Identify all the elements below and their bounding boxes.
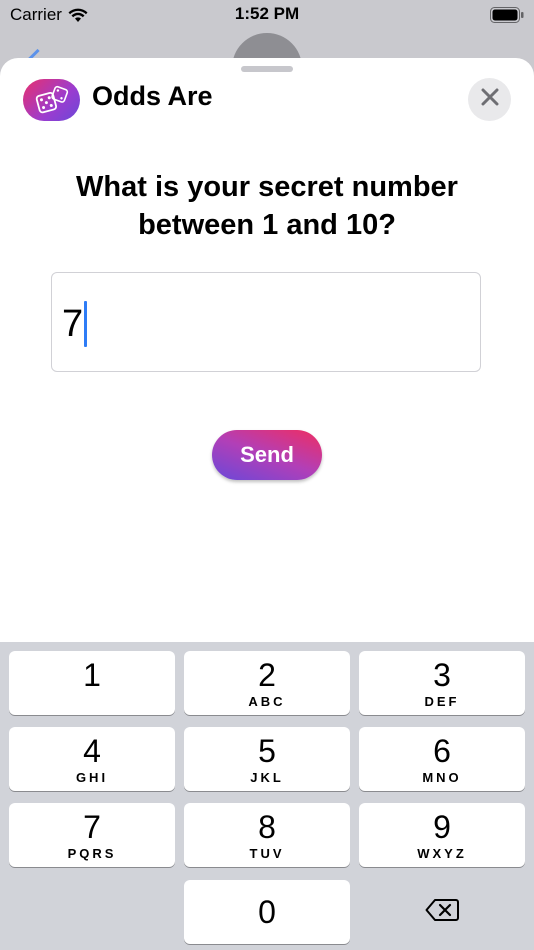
key-8[interactable]: 8 TUV: [184, 803, 350, 867]
text-cursor: [84, 301, 88, 347]
key-number: 9: [433, 808, 451, 845]
key-4[interactable]: 4 GHI: [9, 727, 175, 791]
key-number: 6: [433, 732, 451, 769]
key-3[interactable]: 3 DEF: [359, 651, 525, 715]
key-number: 0: [258, 894, 276, 930]
battery-icon: [490, 7, 524, 28]
secret-number-input[interactable]: 7: [51, 272, 481, 372]
status-bar: Carrier 1:52 PM: [0, 0, 534, 30]
key-letters: JKL: [250, 769, 284, 785]
key-number: 3: [433, 656, 451, 693]
key-6[interactable]: 6 MNO: [359, 727, 525, 791]
key-letters: DEF: [424, 693, 460, 709]
input-value-text: 7: [62, 302, 84, 345]
question-prompt: What is your secret number between 1 and…: [76, 171, 458, 241]
key-letters: ABC: [248, 693, 286, 709]
close-button[interactable]: [468, 78, 511, 121]
key-letters: MNO: [422, 769, 462, 785]
key-number: 8: [258, 808, 276, 845]
number-pad-keyboard: 1 2 ABC 3 DEF 4 GHI 5 JKL 6 MNO 7 PQRS 8…: [0, 642, 534, 950]
backspace-icon: [425, 898, 459, 927]
key-number: 5: [258, 732, 276, 769]
status-time: 1:52 PM: [234, 4, 300, 23]
app-sheet: Odds Are What is your secret number betw…: [0, 58, 534, 658]
key-9[interactable]: 9 WXYZ: [359, 803, 525, 867]
key-5[interactable]: 5 JKL: [184, 727, 350, 791]
key-number: 1: [83, 656, 101, 693]
key-0[interactable]: 0: [184, 880, 350, 944]
key-letters: GHI: [75, 769, 109, 785]
key-1[interactable]: 1: [9, 651, 175, 715]
key-number: 4: [83, 732, 101, 769]
sheet-grabber[interactable]: [241, 66, 293, 72]
key-7[interactable]: 7 PQRS: [9, 803, 175, 867]
app-title: Odds Are: [92, 81, 213, 111]
key-2[interactable]: 2 ABC: [184, 651, 350, 715]
key-letters: WXYZ: [417, 845, 467, 861]
key-number: 7: [83, 808, 101, 845]
key-number: 2: [258, 656, 276, 693]
close-icon: [481, 88, 499, 111]
dice-icon: [23, 79, 80, 121]
delete-key[interactable]: [359, 880, 525, 944]
send-button[interactable]: Send: [212, 430, 322, 480]
key-letters: TUV: [249, 845, 285, 861]
key-letters: PQRS: [67, 845, 117, 861]
